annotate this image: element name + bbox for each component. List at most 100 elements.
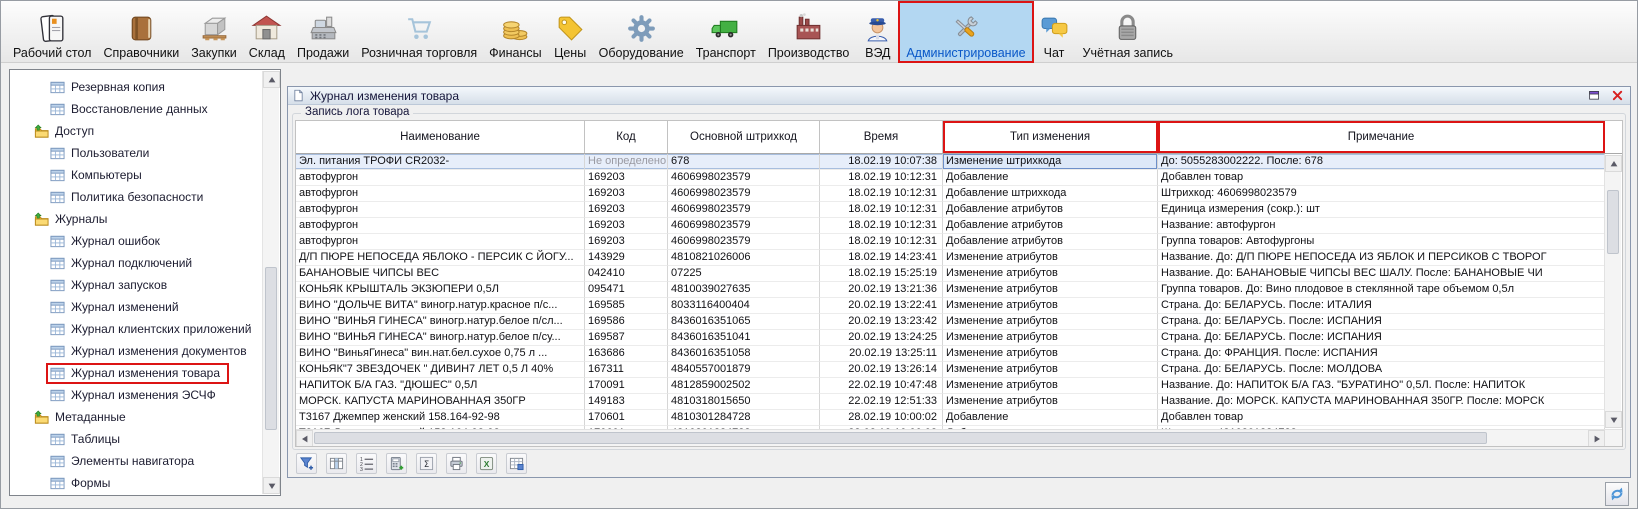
- table-vscroll-track[interactable]: [1605, 172, 1621, 411]
- sidebar-scrollbar[interactable]: [262, 71, 279, 494]
- tree-item[interactable]: Формы: [10, 472, 280, 494]
- column-header[interactable]: Основной штрихкод: [668, 121, 820, 153]
- refresh-button[interactable]: [1605, 482, 1629, 506]
- tree-item[interactable]: Журнал изменения ЭСЧФ: [10, 384, 280, 406]
- scroll-up-arrow-icon[interactable]: [1605, 155, 1622, 172]
- table-tool-button[interactable]: [356, 453, 377, 474]
- table-tool-button[interactable]: [326, 453, 347, 474]
- toolbar-item[interactable]: Учётная запись: [1077, 3, 1179, 61]
- table-row[interactable]: НАПИТОК Б/А ГАЗ. "ДЮШЕС" 0,5Л 170091 481…: [296, 378, 1605, 394]
- toolbar-item[interactable]: Производство: [762, 3, 856, 61]
- tree-item-chip: Таблицы: [46, 429, 129, 450]
- tree-item[interactable]: Резервная копия: [10, 76, 280, 98]
- column-header[interactable]: Примечание: [1158, 121, 1605, 153]
- toolbar-item[interactable]: Склад: [243, 3, 291, 61]
- cell-note: Страна. До: БЕЛАРУСЬ. После: ИСПАНИЯ: [1158, 314, 1605, 330]
- tree-item[interactable]: Журнал изменения документов: [10, 340, 280, 362]
- tree-item[interactable]: Таблицы: [10, 428, 280, 450]
- table-row[interactable]: Эл. питания ТРОФИ CR2032- Не определено …: [296, 154, 1605, 170]
- table-row[interactable]: автофургон 169203 4606998023579 18.02.19…: [296, 186, 1605, 202]
- tree-item[interactable]: Журнал ошибок: [10, 230, 280, 252]
- table-icon: [50, 234, 65, 249]
- sidebar-scroll-thumb[interactable]: [265, 267, 277, 430]
- tree-item[interactable]: Журнал изменения товара: [10, 362, 280, 384]
- toolbar-item[interactable]: Рабочий стол: [7, 3, 97, 61]
- table-row[interactable]: БАНАНОВЫЕ ЧИПСЫ ВЕС 042410 07225 18.02.1…: [296, 266, 1605, 282]
- calculator-icon: [389, 456, 404, 471]
- table-row[interactable]: ВИНО "ВИНЬЯ ГИНЕСА" виногр.натур.белое п…: [296, 314, 1605, 330]
- table-tool-button[interactable]: [386, 453, 407, 474]
- sidebar-scroll-track[interactable]: [263, 88, 279, 477]
- scroll-down-arrow-icon[interactable]: [263, 477, 280, 494]
- tree-item-label: Журнал изменения товара: [71, 366, 220, 380]
- scroll-down-arrow-icon[interactable]: [1605, 411, 1622, 428]
- scroll-up-arrow-icon[interactable]: [263, 71, 280, 88]
- table-hscroll-thumb[interactable]: [314, 432, 1487, 444]
- tree-item-chip: Метаданные: [30, 407, 135, 428]
- column-header[interactable]: Наименование: [296, 121, 585, 153]
- table-icon: [50, 344, 65, 359]
- table-vertical-scrollbar[interactable]: [1604, 155, 1621, 428]
- table-tool-button[interactable]: [296, 453, 317, 474]
- table-row[interactable]: автофургон 169203 4606998023579 18.02.19…: [296, 170, 1605, 186]
- toolbar-item[interactable]: Администрирование: [900, 3, 1031, 61]
- toolbar-item[interactable]: Продажи: [291, 3, 355, 61]
- column-header[interactable]: Тип изменения: [943, 121, 1158, 153]
- toolbar-item[interactable]: ВЭД: [855, 3, 900, 61]
- table-row[interactable]: Д/П ПЮРЕ НЕПОСЕДА ЯБЛОКО - ПЕРСИК С ЙОГУ…: [296, 250, 1605, 266]
- window-button[interactable]: [1585, 88, 1603, 103]
- table-row[interactable]: автофургон 169203 4606998023579 18.02.19…: [296, 202, 1605, 218]
- table-hscroll-track[interactable]: [313, 430, 1588, 446]
- toolbar-item[interactable]: Закупки: [185, 3, 243, 61]
- column-header[interactable]: Время: [820, 121, 943, 153]
- table-row[interactable]: КОНЬЯК КРЫШТАЛЬ ЭКЗЮПЕРИ 0,5Л 095471 481…: [296, 282, 1605, 298]
- cell-note: Страна. До: БЕЛАРУСЬ. После: ИСПАНИЯ: [1158, 330, 1605, 346]
- table-row[interactable]: автофургон 169203 4606998023579 18.02.19…: [296, 218, 1605, 234]
- tree-item-label: Журналы: [55, 212, 107, 226]
- toolbar-item[interactable]: Розничная торговля: [355, 3, 483, 61]
- table-tool-button[interactable]: [416, 453, 437, 474]
- desktop-icon: [36, 12, 69, 45]
- table-tool-button[interactable]: [476, 453, 497, 474]
- window-button[interactable]: [1608, 88, 1626, 103]
- cell-name: автофургон: [296, 186, 585, 202]
- cell-change-type: Добавление атрибутов: [943, 218, 1158, 234]
- toolbar-item[interactable]: Цены: [548, 3, 593, 61]
- tree-item[interactable]: Компьютеры: [10, 164, 280, 186]
- table-row[interactable]: КОНЬЯК"7 ЗВЕЗДОЧЕК " ДИВИН7 ЛЕТ 0,5 Л 40…: [296, 362, 1605, 378]
- scroll-left-arrow-icon[interactable]: [296, 430, 313, 447]
- column-header[interactable]: Код: [585, 121, 668, 153]
- table-horizontal-scrollbar[interactable]: [296, 429, 1622, 446]
- tree-item[interactable]: Журнал изменений: [10, 296, 280, 318]
- navigation-tree: Резервная копия Восстановление данных: [10, 70, 280, 494]
- table-tool-button[interactable]: [446, 453, 467, 474]
- toolbar-item[interactable]: Транспорт: [690, 3, 762, 61]
- table-row[interactable]: ВИНО "ВИНЬЯ ГИНЕСА" виногр.натур.белое п…: [296, 330, 1605, 346]
- table-row[interactable]: МОРСК. КАПУСТА МАРИНОВАННАЯ 350ГР 149183…: [296, 394, 1605, 410]
- table-row[interactable]: автофургон 169203 4606998023579 18.02.19…: [296, 234, 1605, 250]
- table-row[interactable]: Т3167 Джемпер женский 158.164-92-98 1706…: [296, 426, 1605, 429]
- toolbar-item[interactable]: Оборудование: [593, 3, 690, 61]
- tree-item[interactable]: Журнал клиентских приложений: [10, 318, 280, 340]
- tree-item[interactable]: Элементы навигатора: [10, 450, 280, 472]
- toolbar-item[interactable]: Чат: [1032, 3, 1077, 61]
- table-row[interactable]: Т3167 Джемпер женский 158.164-92-98 1706…: [296, 410, 1605, 426]
- toolbar-item-label: Оборудование: [599, 46, 684, 60]
- table-vscroll-thumb[interactable]: [1607, 190, 1619, 254]
- toolbar-item[interactable]: Справочники: [97, 3, 185, 61]
- table-row[interactable]: ВИНО "ДОЛЬЧЕ ВИТА" виногр.натур.красное …: [296, 298, 1605, 314]
- scroll-right-arrow-icon[interactable]: [1588, 430, 1605, 447]
- cell-name: ВИНО "ВИНЬЯ ГИНЕСА" виногр.натур.белое п…: [296, 314, 585, 330]
- tree-item-label: Компьютеры: [71, 168, 142, 182]
- tree-item[interactable]: Пользователи: [10, 142, 280, 164]
- tree-item[interactable]: Политика безопасности: [10, 186, 280, 208]
- tree-item[interactable]: Метаданные: [10, 406, 280, 428]
- table-tool-button[interactable]: [506, 453, 527, 474]
- tree-item[interactable]: Доступ: [10, 120, 280, 142]
- tree-item[interactable]: Журналы: [10, 208, 280, 230]
- tree-item[interactable]: Журнал подключений: [10, 252, 280, 274]
- tree-item[interactable]: Журнал запусков: [10, 274, 280, 296]
- tree-item[interactable]: Восстановление данных: [10, 98, 280, 120]
- table-row[interactable]: ВИНО "ВиньяГинеса" вин.нат.бел.сухое 0,7…: [296, 346, 1605, 362]
- toolbar-item[interactable]: Финансы: [483, 3, 547, 61]
